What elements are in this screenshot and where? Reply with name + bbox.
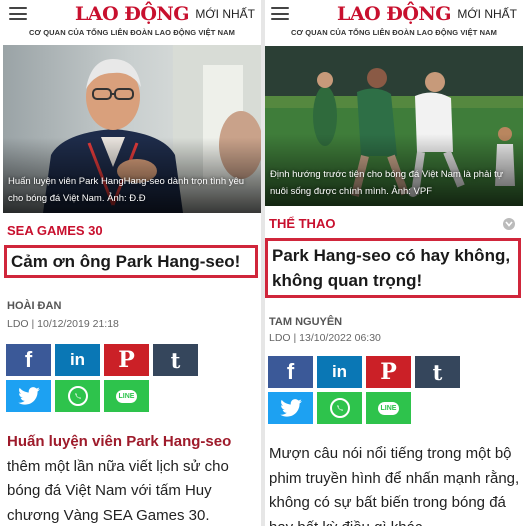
- whatsapp-icon[interactable]: [317, 392, 362, 424]
- pinterest-icon[interactable]: P: [366, 356, 411, 388]
- tumblr-glyph: t: [432, 359, 443, 385]
- twitter-icon[interactable]: [268, 392, 313, 424]
- lead-text: thêm một lần nữa viết lịch sử cho bóng đ…: [7, 457, 229, 524]
- site-tagline: CƠ QUAN CỦA TỔNG LIÊN ĐOÀN LAO ĐỘNG VIỆT…: [291, 28, 497, 37]
- section-label[interactable]: THỂ THAO: [269, 216, 515, 231]
- article-screenshot-right: LAO ĐỘNG MỚI NHẤT CƠ QUAN CỦA TỔNG LIÊN …: [265, 0, 523, 526]
- headline: Park Hang-seo có hay không, không quan t…: [265, 238, 521, 298]
- photo-caption: Định hướng trước tiên cho bóng đá Việt N…: [270, 169, 504, 197]
- pinterest-glyph: P: [380, 359, 397, 385]
- linkedin-icon[interactable]: in: [55, 344, 100, 376]
- dateline: LDO | 13/10/2022 06:30: [269, 332, 381, 344]
- share-buttons: f in P t LINE: [268, 356, 508, 424]
- line-icon[interactable]: LINE: [104, 380, 149, 412]
- photo-caption: Huấn luyện viên Park HangHang-seo dành t…: [8, 176, 245, 204]
- line-glyph: LINE: [377, 401, 400, 415]
- site-tagline: CƠ QUAN CỦA TỔNG LIÊN ĐOÀN LAO ĐỘNG VIỆT…: [29, 28, 235, 37]
- facebook-icon[interactable]: f: [6, 344, 51, 376]
- hero-photo: Định hướng trước tiên cho bóng đá Việt N…: [265, 46, 523, 206]
- whatsapp-icon[interactable]: [55, 380, 100, 412]
- nav-newest-link[interactable]: MỚI NHẤT: [195, 7, 255, 21]
- line-glyph: LINE: [115, 389, 138, 403]
- linkedin-glyph: in: [331, 362, 348, 381]
- line-icon[interactable]: LINE: [366, 392, 411, 424]
- top-bar: LAO ĐỘNG MỚI NHẤT: [265, 0, 523, 26]
- article-lead-paragraph: Huấn luyện viên Park Hang-seo thêm một l…: [7, 430, 261, 526]
- pinterest-icon[interactable]: P: [104, 344, 149, 376]
- linkedin-icon[interactable]: in: [317, 356, 362, 388]
- tumblr-icon[interactable]: t: [153, 344, 198, 376]
- top-bar: LAO ĐỘNG MỚI NHẤT: [3, 0, 261, 26]
- facebook-glyph: f: [286, 359, 295, 384]
- twitter-icon[interactable]: [6, 380, 51, 412]
- section-label-text: THỂ THAO: [269, 216, 336, 231]
- tumblr-glyph: t: [170, 347, 181, 373]
- author-name[interactable]: TAM NGUYÊN: [269, 316, 523, 328]
- nav-newest-link[interactable]: MỚI NHẤT: [457, 7, 517, 21]
- chevron-down-icon[interactable]: [503, 217, 515, 230]
- headline: Cảm ơn ông Park Hang-seo!: [4, 245, 258, 278]
- facebook-glyph: f: [24, 347, 33, 372]
- share-buttons: f in P t LINE: [6, 344, 246, 412]
- tumblr-icon[interactable]: t: [415, 356, 460, 388]
- section-label[interactable]: SEA GAMES 30: [7, 223, 261, 238]
- facebook-icon[interactable]: f: [268, 356, 313, 388]
- hero-photo: Huấn luyện viên Park HangHang-seo dành t…: [3, 45, 261, 213]
- linkedin-glyph: in: [69, 350, 86, 369]
- article-lead-paragraph: Mượn câu nói nổi tiếng trong một bộ phim…: [269, 445, 520, 526]
- pinterest-glyph: P: [118, 347, 135, 373]
- lead-link[interactable]: Huấn luyện viên Park Hang-seo: [7, 433, 231, 450]
- author-name[interactable]: HOÀI ĐAN: [7, 300, 261, 312]
- article-screenshot-left: LAO ĐỘNG MỚI NHẤT CƠ QUAN CỦA TỔNG LIÊN …: [3, 0, 261, 526]
- dateline: LDO | 10/12/2019 21:18: [7, 318, 119, 330]
